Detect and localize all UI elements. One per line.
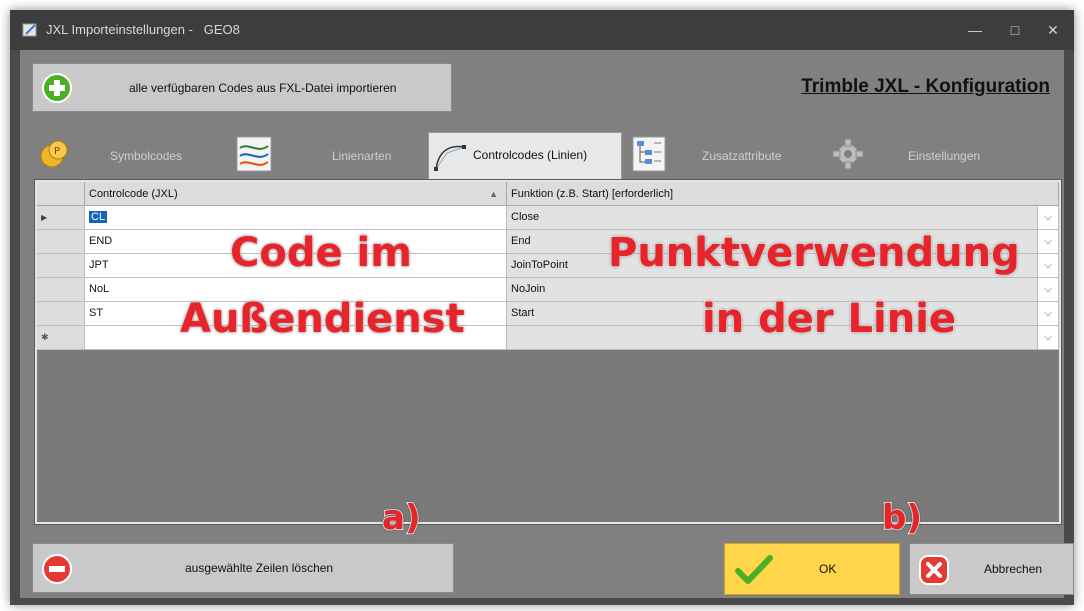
annotation-b: b): [881, 497, 923, 539]
column-header-code[interactable]: Controlcode (JXL) ▲: [85, 182, 507, 206]
dialog-window: JXL Importeinstellungen - GEO8 — □ ✕ all…: [10, 10, 1074, 605]
import-button-label: alle verfügbaren Codes aus FXL-Datei imp…: [129, 80, 397, 95]
row-header-corner: [37, 182, 85, 206]
config-heading: Trimble JXL - Konfiguration: [801, 76, 1050, 97]
checkmark-icon: [735, 555, 773, 584]
annotation-code-line1: Code im: [229, 229, 413, 277]
title-bar[interactable]: JXL Importeinstellungen - GEO8 — □ ✕: [10, 10, 1074, 50]
attributes-tree-icon: [632, 136, 666, 172]
tab-einstellungen[interactable]: Einstellungen: [830, 134, 1030, 176]
row-header[interactable]: [37, 278, 85, 302]
app-icon: [22, 23, 37, 37]
code-cell-value: CL: [89, 211, 108, 223]
close-window-button[interactable]: ✕: [1038, 18, 1068, 42]
control-curve-icon: [434, 145, 466, 171]
annotation-a: a): [381, 497, 422, 539]
ok-button[interactable]: OK: [724, 543, 900, 595]
tab-label: Linienarten: [332, 149, 392, 163]
tab-label: Zusatzattribute: [702, 149, 782, 163]
column-header-function[interactable]: Funktion (z.B. Start) [erforderlich]: [507, 182, 1059, 206]
chevron-down-icon[interactable]: ⌵: [1038, 326, 1059, 350]
table-row[interactable]: ▶ CL Close ⌵: [37, 206, 1059, 230]
column-header-code-label: Controlcode (JXL): [89, 188, 178, 200]
dialog-body: alle verfügbaren Codes aus FXL-Datei imp…: [20, 50, 1074, 598]
tab-label: Einstellungen: [908, 149, 981, 163]
ok-button-label: OK: [819, 562, 837, 576]
gear-icon: [832, 138, 864, 170]
tab-label: Controlcodes (Linien): [473, 148, 588, 162]
chevron-down-icon[interactable]: ⌵: [1038, 230, 1059, 254]
svg-text:P: P: [54, 146, 60, 157]
remove-icon: [42, 554, 72, 584]
row-header[interactable]: [37, 254, 85, 278]
annotation-function-line1: Punktverwendung: [607, 229, 1021, 277]
symbol-codes-icon: P: [40, 140, 68, 168]
row-header[interactable]: [37, 230, 85, 254]
chevron-down-icon[interactable]: ⌵: [1038, 278, 1059, 302]
annotation-function-line2: in der Linie: [701, 295, 957, 343]
row-header[interactable]: [37, 302, 85, 326]
tab-controlcodes[interactable]: Controlcodes (Linien): [428, 132, 622, 179]
column-header-function-label: Funktion (z.B. Start) [erforderlich]: [511, 188, 673, 200]
maximize-button[interactable]: □: [1000, 18, 1030, 42]
minimize-button[interactable]: —: [960, 18, 990, 42]
chevron-down-icon[interactable]: ⌵: [1038, 254, 1059, 278]
line-types-icon: [236, 136, 272, 172]
delete-rows-button[interactable]: ausgewählte Zeilen löschen: [32, 543, 454, 593]
delete-button-label: ausgewählte Zeilen löschen: [185, 561, 334, 575]
row-header[interactable]: ✱: [37, 326, 85, 350]
chevron-down-icon[interactable]: ⌵: [1038, 206, 1059, 230]
window-title: JXL Importeinstellungen - GEO8: [46, 22, 240, 37]
tab-strip: P Symbolcodes Linienarten Controlcodes (…: [36, 130, 1066, 180]
new-row-icon: ✱: [41, 332, 49, 342]
tab-zusatzattribute[interactable]: Zusatzattribute: [630, 134, 820, 176]
import-codes-button[interactable]: alle verfügbaren Codes aus FXL-Datei imp…: [32, 63, 452, 112]
tab-label: Symbolcodes: [110, 149, 183, 163]
cancel-button-label: Abbrechen: [984, 562, 1043, 576]
function-cell[interactable]: Close: [507, 206, 1038, 230]
cancel-icon: [919, 555, 949, 585]
cancel-button[interactable]: Abbrechen: [909, 543, 1074, 595]
current-row-icon: ▶: [41, 213, 48, 222]
tab-linienarten[interactable]: Linienarten: [236, 134, 416, 176]
code-cell[interactable]: CL: [85, 206, 507, 230]
annotation-code-line2: Außendienst: [179, 295, 466, 343]
sort-ascending-icon: ▲: [489, 189, 498, 199]
row-header[interactable]: ▶: [37, 206, 85, 230]
chevron-down-icon[interactable]: ⌵: [1038, 302, 1059, 326]
tab-symbolcodes[interactable]: P Symbolcodes: [36, 134, 226, 176]
add-icon: [42, 73, 72, 103]
